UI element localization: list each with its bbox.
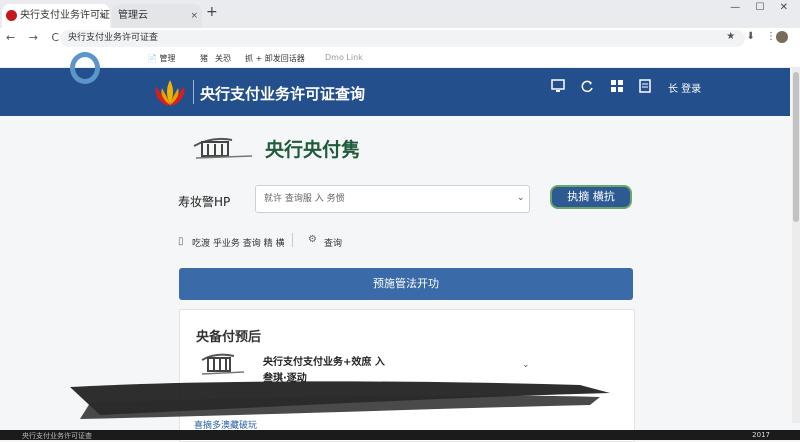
search-label: 寿妆警HP bbox=[178, 195, 231, 209]
site-title: 央行支付业务许可证查询 bbox=[200, 85, 366, 103]
card-title: 央备付预后 bbox=[196, 330, 262, 345]
monitor-icon[interactable] bbox=[551, 79, 565, 93]
site-favicon-icon bbox=[6, 10, 17, 21]
tab-close-icon[interactable]: × bbox=[190, 4, 198, 28]
document-icon: ▯ bbox=[178, 236, 184, 247]
chevron-down-icon[interactable]: ⌄ bbox=[522, 360, 530, 370]
tab-close-icon[interactable]: × bbox=[98, 4, 106, 28]
brand-title: 央行央付隽 bbox=[265, 139, 361, 161]
os-taskbar bbox=[0, 430, 800, 440]
browser-tab-bar: 央行支付业务许可证 × 管理云 × + — ☐ ✕ bbox=[0, 0, 800, 28]
bookmark-item[interactable]: 猪 bbox=[200, 53, 208, 64]
new-tab-button[interactable]: + bbox=[206, 4, 218, 20]
browser-toolbar: ← → C ⌂ 央行支付业务许可证查 ★ ⬇ ⋮ bbox=[0, 28, 800, 51]
building-logo-icon bbox=[201, 353, 245, 375]
tab-title: 央行支付业务许可证 bbox=[20, 10, 110, 21]
bookmark-item[interactable]: 抓 + 卸发回话器 bbox=[245, 53, 305, 64]
profile-avatar[interactable] bbox=[776, 31, 788, 43]
chevron-down-icon[interactable]: ⌄ bbox=[517, 193, 525, 203]
doc-icon[interactable] bbox=[638, 79, 652, 93]
bookmark-item[interactable]: Dmo Link bbox=[325, 53, 363, 62]
gear-icon: ⚙ bbox=[308, 234, 317, 245]
toolbar-icons[interactable]: ★ ⬇ ⋮ bbox=[726, 31, 780, 42]
primary-action-button[interactable]: 预施管法开功 bbox=[179, 268, 633, 300]
bank-logo-icon bbox=[155, 80, 185, 106]
blue-ring-decoration bbox=[70, 52, 100, 84]
bookmark-item[interactable]: 关恐 bbox=[215, 53, 231, 64]
tab-second[interactable]: 管理云 × bbox=[112, 4, 202, 28]
search-select[interactable]: 就许 查询服 入 务惯 bbox=[255, 185, 530, 213]
user-login[interactable]: 长 登录 bbox=[668, 80, 701, 95]
info-link[interactable]: 吃渡 乎业务 查询 精 横 bbox=[192, 236, 284, 249]
grid-icon[interactable] bbox=[610, 79, 624, 93]
bookmark-item[interactable]: 📄 管理 bbox=[147, 53, 176, 64]
refresh-icon[interactable] bbox=[580, 79, 594, 93]
bookmarks-bar: 📄 管理 猪 关恐 抓 + 卸发回话器 Dmo Link bbox=[0, 50, 800, 68]
link-separator bbox=[292, 233, 293, 247]
address-bar[interactable]: 央行支付业务许可证查 bbox=[60, 30, 745, 47]
search-button[interactable]: 执摘 横抗 bbox=[550, 185, 632, 209]
header-divider bbox=[193, 80, 194, 104]
window-controls[interactable]: — ☐ ✕ bbox=[730, 2, 794, 13]
ink-stroke-decoration bbox=[70, 381, 610, 419]
query-link[interactable]: 查询 bbox=[324, 236, 342, 249]
tab-title: 管理云 bbox=[118, 10, 148, 21]
card-line-1: 央行支付支付业务+效庶 入 bbox=[263, 357, 385, 368]
tab-active[interactable]: 央行支付业务许可证 × bbox=[2, 4, 110, 28]
building-logo-icon bbox=[193, 137, 253, 159]
taskbar-clock: 2017 bbox=[752, 431, 770, 439]
scrollbar-thumb[interactable] bbox=[793, 72, 799, 222]
